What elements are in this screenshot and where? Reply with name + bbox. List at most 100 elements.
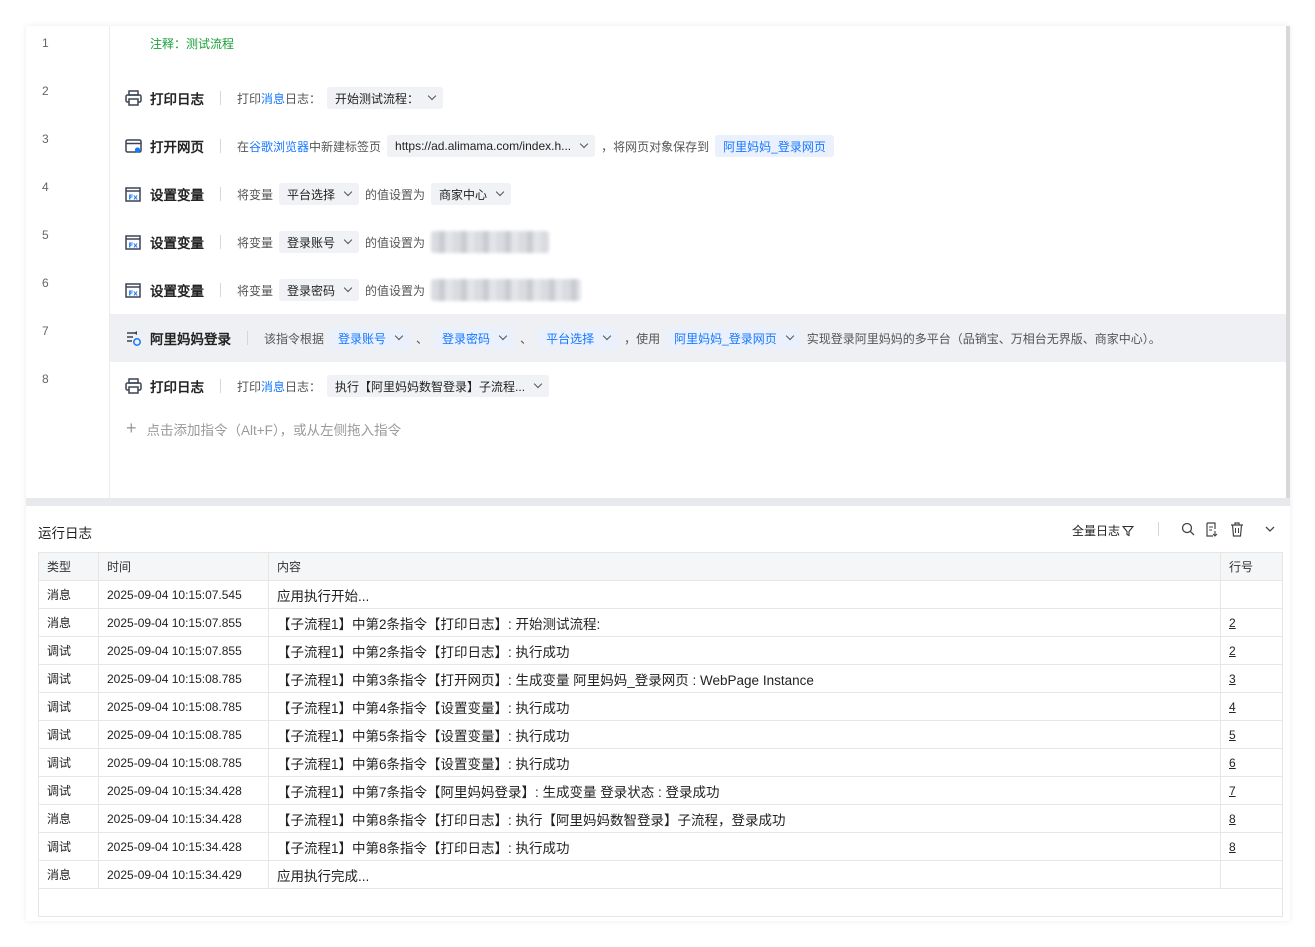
param-dropdown[interactable]: 登录密码: [434, 327, 515, 349]
command-row[interactable]: Fx 设置变量 将变量 登录密码 的值设置为: [110, 266, 1286, 314]
log-time: 2025-09-04 10:15:34.429: [98, 860, 269, 889]
log-type: 调试: [38, 776, 99, 805]
command-row[interactable]: Fx 设置变量 将变量 平台选择 的值设置为 商家中心: [110, 170, 1286, 218]
command-separator: [220, 91, 221, 105]
column-header-type[interactable]: 类型: [38, 552, 99, 581]
column-header-time[interactable]: 时间: [98, 552, 269, 581]
line-number: 7: [42, 324, 49, 338]
log-line-link[interactable]: 4: [1220, 692, 1283, 721]
command-separator: [220, 139, 221, 153]
log-line-link[interactable]: 2: [1220, 608, 1283, 637]
chevron-down-icon: [343, 187, 353, 197]
param-dropdown[interactable]: 登录账号: [279, 231, 360, 253]
trash-icon[interactable]: [1228, 520, 1246, 538]
param-dropdown[interactable]: 开始测试流程：: [327, 87, 444, 109]
log-line-link[interactable]: 8: [1220, 832, 1283, 861]
panel-divider[interactable]: [26, 498, 1290, 506]
param-dropdown[interactable]: 平台选择: [279, 183, 360, 205]
search-icon[interactable]: [1179, 520, 1197, 538]
log-line-link[interactable]: 8: [1220, 804, 1283, 833]
add-command-hint[interactable]: + 点击添加指令（Alt+F），或从左侧拖入指令: [126, 418, 401, 439]
log-time: 2025-09-04 10:15:08.785: [98, 720, 269, 749]
log-type: 调试: [38, 664, 99, 693]
command-row[interactable]: Fx 设置变量 将变量 登录账号 的值设置为: [110, 218, 1286, 266]
log-type: 消息: [38, 804, 99, 833]
line-number-gutter: 1 2 3 4 5 6 7 8: [26, 26, 110, 498]
log-row: 调试 2025-09-04 10:15:34.428 【子流程1】中第7条指令【阿里…: [38, 776, 1283, 805]
log-line-link[interactable]: 3: [1220, 664, 1283, 693]
empty-cell: [38, 888, 1283, 917]
log-content: 应用执行开始...: [268, 580, 1221, 609]
command-text: 日志：: [285, 379, 322, 394]
log-content: 【子流程1】中第6条指令【设置变量】: 执行成功: [268, 748, 1221, 777]
param-dropdown[interactable]: 登录账号: [330, 327, 411, 349]
param-link[interactable]: 谷歌浏览器: [249, 138, 309, 155]
param-value: 登录账号: [338, 331, 387, 346]
log-row: 调试 2025-09-04 10:15:08.785 【子流程1】中第5条指令【设置…: [38, 720, 1283, 749]
param-dropdown[interactable]: https://ad.alimama.com/index.h...: [387, 135, 596, 157]
log-content: 【子流程1】中第8条指令【打印日志】: 执行【阿里妈妈数智登录】子流程，登录成功: [268, 804, 1221, 833]
column-header-content[interactable]: 内容: [268, 552, 1221, 581]
log-time: 2025-09-04 10:15:34.428: [98, 776, 269, 805]
log-filter-dropdown[interactable]: 全量日志: [1072, 522, 1135, 539]
log-line-link[interactable]: 7: [1220, 776, 1283, 805]
chevron-down-icon: [495, 187, 505, 197]
comment-line[interactable]: 注释：测试流程: [150, 35, 234, 52]
add-command-label: 点击添加指令（Alt+F），或从左侧拖入指令: [146, 422, 402, 438]
log-line-link: [1220, 860, 1283, 889]
chevron-down-icon: [394, 331, 404, 341]
command-row[interactable]: 打印日志 打印 消息 日志： 开始测试流程：: [110, 74, 1286, 122]
line-number: 2: [42, 84, 49, 98]
param-dropdown[interactable]: 阿里妈妈_登录网页: [666, 327, 801, 349]
plus-icon: +: [126, 418, 137, 438]
param-dropdown[interactable]: 登录密码: [279, 279, 360, 301]
param-link[interactable]: 消息: [261, 378, 285, 395]
line-number: 6: [42, 276, 49, 290]
command-text: 中新建标签页: [309, 139, 382, 154]
log-line-link[interactable]: 5: [1220, 720, 1283, 749]
command-text: 打印: [237, 91, 262, 106]
param-value: 登录账号: [287, 235, 336, 250]
command-row[interactable]: 阿里妈妈登录 该指令根据 登录账号、登录密码、平台选择 ，使用 阿里妈妈_登录网页 实现登…: [110, 314, 1286, 362]
command-separator: [247, 331, 248, 345]
export-log-icon[interactable]: [1203, 520, 1221, 538]
param-dropdown[interactable]: 平台选择: [538, 327, 619, 349]
log-content: 【子流程1】中第8条指令【打印日志】: 执行成功: [268, 832, 1221, 861]
log-time: 2025-09-04 10:15:07.855: [98, 608, 269, 637]
log-type: 消息: [38, 580, 99, 609]
log-filter-label: 全量日志: [1072, 524, 1121, 538]
chevron-down-icon: [785, 331, 795, 341]
redacted-value[interactable]: [431, 279, 582, 301]
variable-icon: Fx: [124, 281, 142, 299]
command-row[interactable]: 打开网页 在谷歌浏览器 中新建标签页 https://ad.alimama.com/i…: [110, 122, 1286, 170]
command-name: 设置变量: [150, 284, 204, 299]
editor-scrollbar[interactable]: [1286, 26, 1290, 498]
command-name: 打印日志: [150, 92, 204, 107]
chevron-down-icon: [427, 91, 437, 101]
param-link[interactable]: 消息: [261, 90, 285, 107]
param-dropdown[interactable]: 商家中心: [431, 183, 512, 205]
log-row: 调试 2025-09-04 10:15:08.785 【子流程1】中第3条指令【打开…: [38, 664, 1283, 693]
param-dropdown[interactable]: 阿里妈妈_登录网页: [715, 135, 834, 157]
command-text: 该指令根据: [264, 331, 325, 346]
redacted-value[interactable]: [431, 231, 550, 253]
command-name: 设置变量: [150, 236, 204, 251]
log-line-link[interactable]: 2: [1220, 636, 1283, 665]
log-line-link[interactable]: 6: [1220, 748, 1283, 777]
log-type: 调试: [38, 692, 99, 721]
column-header-line[interactable]: 行号: [1220, 552, 1283, 581]
chevron-down-icon[interactable]: [1261, 520, 1279, 538]
line-number: 4: [42, 180, 49, 194]
command-text: 将变量: [237, 283, 274, 298]
chevron-down-icon: [498, 331, 508, 341]
param-dropdown[interactable]: 执行【阿里妈妈数智登录】子流程...: [327, 375, 550, 397]
command-row[interactable]: 打印日志 打印 消息 日志： 执行【阿里妈妈数智登录】子流程...: [110, 362, 1286, 410]
flow-editor: 12345678 注释：测试流程 打印日志 打印 消息 日志： 开始测试流程： 打开网页在…: [26, 26, 1290, 498]
svg-text:Fx: Fx: [129, 289, 139, 297]
command-separator: [220, 379, 221, 393]
chevron-down-icon: [343, 235, 353, 245]
param-value: 开始测试流程：: [335, 91, 420, 106]
filter-icon: [1122, 525, 1135, 537]
line-number: 8: [42, 372, 49, 386]
chevron-down-icon: [533, 379, 543, 389]
